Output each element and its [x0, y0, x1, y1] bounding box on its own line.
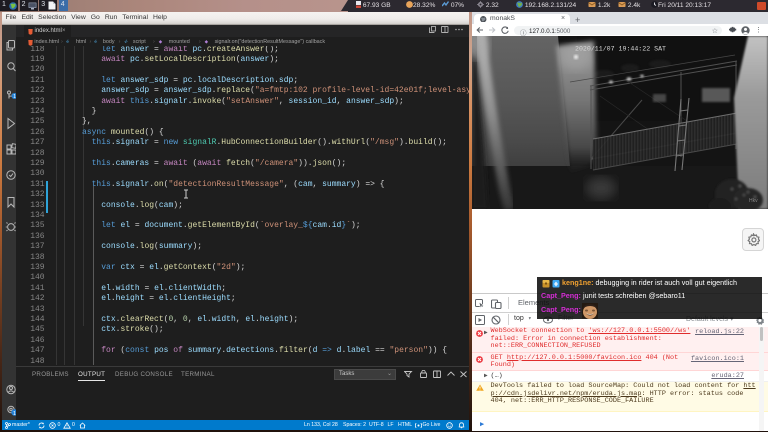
- svg-text:Hkv: Hkv: [749, 198, 758, 204]
- svg-text:2020/11/07 19:44:22 SAT: 2020/11/07 19:44:22 SAT: [575, 46, 666, 53]
